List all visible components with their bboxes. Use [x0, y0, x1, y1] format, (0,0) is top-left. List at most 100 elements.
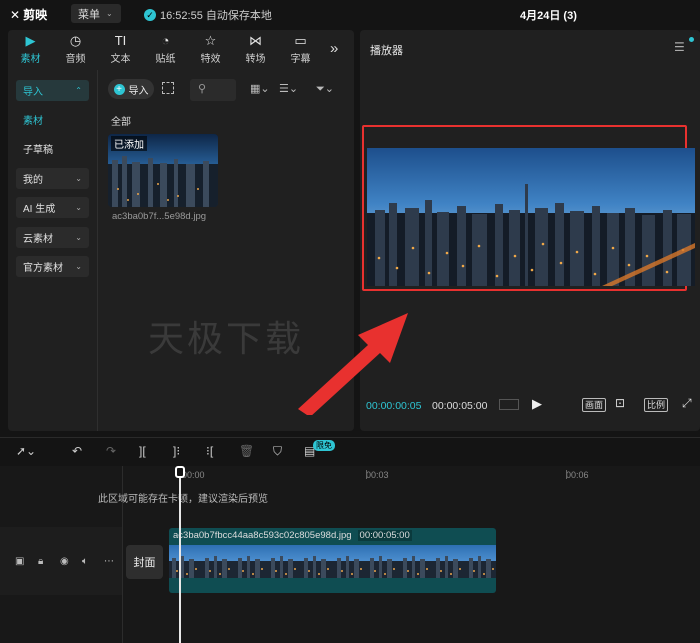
- tool-tabs: ▶ 素材 ◷ 音频 TI 文本 ◔ 贴纸 ☆ 特效 ⋈ 转场 ▭ 字幕: [8, 30, 354, 68]
- added-tag: 已添加: [111, 136, 147, 151]
- video-preview[interactable]: [367, 148, 695, 286]
- time-ruler: 00:00 00:03 00:06: [122, 466, 700, 488]
- menu-icon[interactable]: ☰: [674, 40, 685, 54]
- text-icon: TI: [114, 33, 127, 48]
- split-left-icon[interactable]: ]⁝: [173, 444, 180, 458]
- chevron-down-icon: ⌄: [75, 262, 82, 271]
- sidebar-item-material[interactable]: 素材: [16, 109, 89, 130]
- transition-icon: ⋈: [249, 33, 262, 48]
- tab-transition[interactable]: ⋈ 转场: [233, 30, 278, 68]
- fullscreen-icon[interactable]: ⤢: [682, 396, 692, 411]
- tick-mark: [366, 470, 367, 479]
- tab-label: 字幕: [290, 54, 311, 65]
- app-logo: ✕ 剪映: [10, 6, 47, 23]
- menu-label: 菜单: [78, 8, 100, 21]
- import-button[interactable]: + 导入: [108, 79, 154, 99]
- delete-icon[interactable]: 🗑: [239, 444, 254, 458]
- tick-label: 00:00: [182, 470, 205, 480]
- more-tabs-icon[interactable]: »: [330, 40, 338, 57]
- sidebar-item-label: 子草稿: [23, 145, 53, 156]
- sidebar-item-label: 素材: [23, 116, 43, 127]
- red-arrow: [298, 313, 408, 415]
- playhead[interactable]: [179, 466, 181, 643]
- tab-label: 特效: [200, 54, 221, 65]
- limited-free-badge: 限免: [313, 440, 335, 451]
- tab-text[interactable]: TI 文本: [98, 30, 143, 68]
- tick-label: 00:06: [566, 470, 589, 480]
- playhead-handle[interactable]: [175, 466, 185, 478]
- tick-label: 00:03: [366, 470, 389, 480]
- waveform-icon[interactable]: [499, 399, 519, 410]
- autosave-text: 16:52:55 自动保存本地: [160, 10, 272, 22]
- all-label: 全部: [111, 117, 131, 128]
- undo-icon[interactable]: ↶: [72, 444, 82, 458]
- chevron-down-icon: ⌄: [75, 233, 82, 242]
- timeline-note: 此区域可能存在卡顿，建议渲染后预览: [98, 494, 268, 505]
- sidebar-item-label: 导入: [23, 87, 43, 98]
- search-input[interactable]: ⚲: [190, 79, 236, 101]
- project-title: 4月24日 (3): [520, 10, 577, 22]
- sidebar-item-label: 我的: [23, 175, 43, 186]
- track-type-icon: ▣: [15, 556, 25, 567]
- tab-label: 贴纸: [155, 54, 176, 65]
- zoom-icon[interactable]: ⊡: [615, 396, 625, 410]
- sidebar-item-import[interactable]: 导入 ⌃: [16, 80, 89, 101]
- clip-frames: [169, 545, 496, 578]
- ratio-button[interactable]: 比例: [644, 398, 669, 412]
- chevron-down-icon: ⌄: [106, 9, 113, 18]
- app-name: 剪映: [23, 8, 48, 22]
- tab-sticker[interactable]: ◔ 贴纸: [143, 30, 188, 68]
- tab-label: 文本: [110, 54, 131, 65]
- sticker-icon: ◔: [161, 33, 170, 48]
- select-cursor-icon[interactable]: ➚⌄: [16, 444, 36, 458]
- sidebar-item-ai[interactable]: AI 生成 ⌄: [16, 197, 89, 218]
- more-icon[interactable]: ⋯: [104, 556, 114, 567]
- lock-icon[interactable]: 🔒︎: [38, 556, 43, 567]
- watermark-text: 天极下载: [148, 319, 305, 360]
- clip-label: ac3ba0b7fbcc44aa8c593c02c805e98d.jpg 00:0…: [173, 530, 412, 541]
- tab-label: 音频: [65, 54, 86, 65]
- tab-label: 转场: [245, 54, 266, 65]
- import-label: 导入: [128, 85, 149, 97]
- chevron-down-icon: ⌄: [75, 203, 82, 212]
- sidebar-item-cloud[interactable]: 云素材 ⌄: [16, 227, 89, 248]
- tab-subtitle[interactable]: ▭ 字幕: [278, 30, 323, 68]
- grid-view-icon[interactable]: ▦⌄: [250, 82, 270, 95]
- menu-button[interactable]: 菜单 ⌄: [71, 4, 121, 23]
- autosave-status: ✓ 16:52:55 自动保存本地: [144, 7, 272, 23]
- tab-audio[interactable]: ◷ 音频: [53, 30, 98, 68]
- timeline-toolbar: ➚⌄ ↶ ↷ ][ ]⁝ ⁝[ 🗑 ⛉ ▤ 限免: [0, 437, 700, 465]
- sidebar-item-label: AI 生成: [23, 204, 56, 215]
- sort-icon[interactable]: ☰⌄: [279, 82, 298, 95]
- media-file-name: ac3ba0b7f...5e98d.jpg: [112, 211, 207, 222]
- total-duration: 00:00:05:00: [432, 400, 488, 412]
- sidebar-item-mine[interactable]: 我的 ⌄: [16, 168, 89, 189]
- redo-icon[interactable]: ↷: [106, 444, 116, 458]
- subtitle-icon: ▭: [294, 33, 307, 48]
- sidebar-item-official[interactable]: 官方素材 ⌄: [16, 256, 89, 277]
- tab-media[interactable]: ▶ 素材: [8, 30, 53, 68]
- split-icon[interactable]: ][: [139, 444, 146, 458]
- tab-effects[interactable]: ☆ 特效: [188, 30, 233, 68]
- sidebar-item-label: 云素材: [23, 234, 53, 245]
- cover-button[interactable]: 封面: [126, 545, 163, 579]
- filter-icon[interactable]: ⏷⌄: [316, 82, 334, 96]
- chevron-up-icon: ⌃: [75, 86, 82, 95]
- sidebar-item-sub-draft[interactable]: 子草稿: [16, 138, 89, 159]
- volume-icon[interactable]: 🔈︎: [82, 556, 88, 567]
- chevron-down-icon: ⌄: [75, 174, 82, 183]
- split-right-icon[interactable]: ⁝[: [206, 444, 213, 458]
- search-icon: ⚲: [198, 83, 207, 95]
- canvas-button[interactable]: 画面: [582, 398, 607, 412]
- tick-mark: [566, 470, 567, 479]
- qr-code-icon[interactable]: [162, 82, 174, 94]
- plus-icon: +: [113, 83, 125, 95]
- clip-name: ac3ba0b7fbcc44aa8c593c02c805e98d.jpg: [173, 530, 352, 541]
- eye-icon[interactable]: ◉: [60, 556, 69, 567]
- shield-icon[interactable]: ⛉: [273, 444, 282, 459]
- clip-duration: 00:00:05:00: [357, 530, 412, 541]
- check-icon: ✓: [144, 9, 156, 21]
- capcut-logo-icon: ✕: [10, 7, 21, 22]
- play-button[interactable]: ▶: [532, 396, 542, 412]
- media-icon: ▶: [25, 33, 36, 48]
